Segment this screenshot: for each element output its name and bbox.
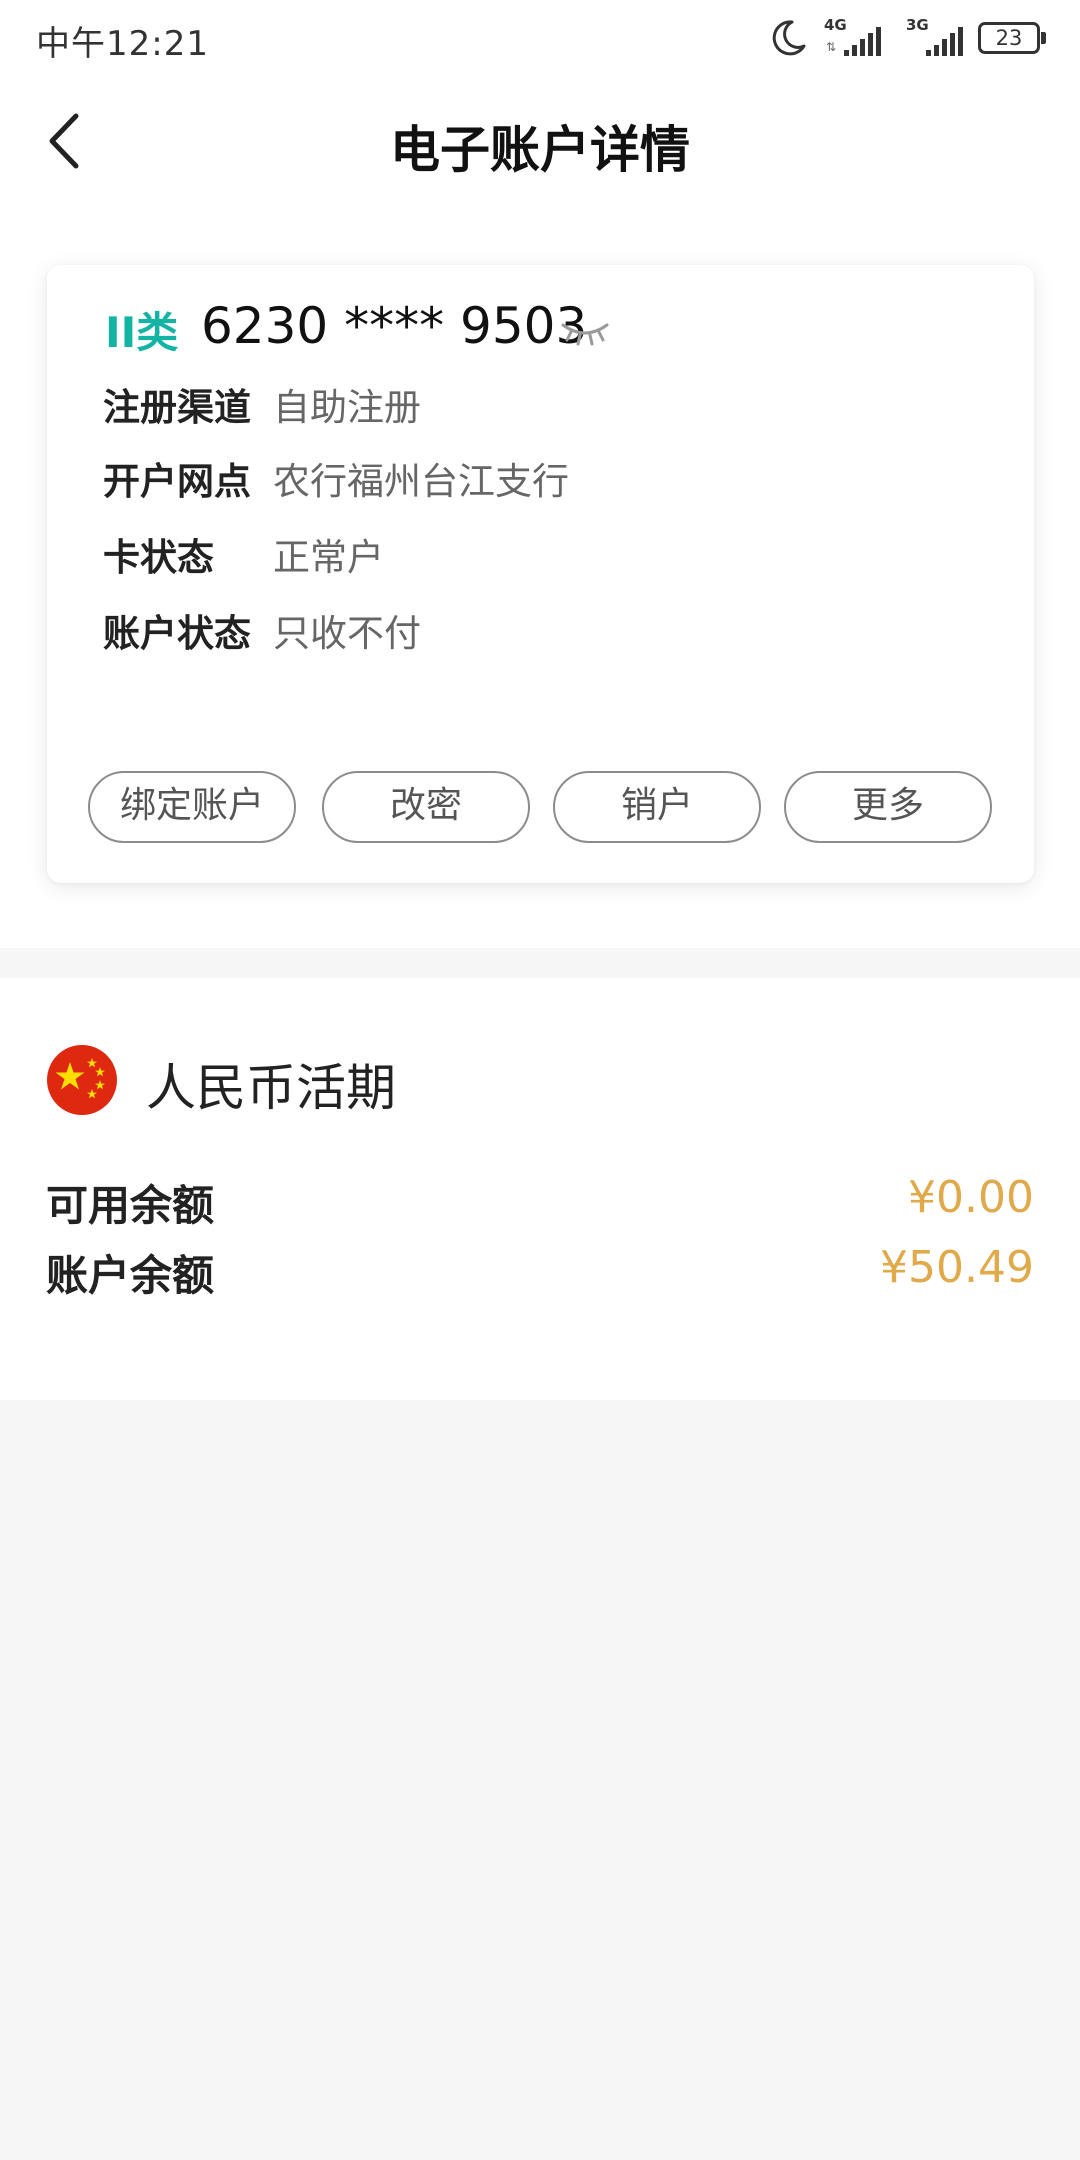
data-arrows-icon: ⇅ — [826, 40, 837, 54]
info-value: 农行福州台江支行 — [273, 460, 569, 503]
signal-4g-icon: 4G ⇅ — [824, 16, 886, 58]
info-label: 开户网点 — [103, 460, 251, 503]
close-account-button[interactable]: 销户 — [553, 771, 761, 843]
signal-bars-icon — [926, 27, 963, 56]
china-flag-icon — [47, 1045, 117, 1115]
card-section: II类 6230 **** 9503 注册渠道 自助注册 开户网点 农行福州台江… — [0, 206, 1080, 948]
info-label: 卡状态 — [103, 536, 214, 579]
available-balance-value: ¥0.00 — [908, 1172, 1034, 1223]
moon-icon — [772, 20, 806, 56]
signal-bars-icon — [844, 27, 881, 56]
change-password-button[interactable]: 改密 — [322, 771, 530, 843]
status-icons: 4G ⇅ 3G 23 — [746, 14, 1046, 62]
nav-bar: 电子账户详情 — [0, 76, 1080, 206]
available-balance-label: 可用余额 — [46, 1181, 215, 1230]
more-button[interactable]: 更多 — [784, 771, 992, 843]
info-value: 只收不付 — [273, 612, 421, 655]
info-value: 正常户 — [273, 536, 384, 579]
account-type-badge: II类 — [105, 308, 179, 357]
info-label: 注册渠道 — [103, 386, 251, 429]
info-label: 账户状态 — [103, 612, 251, 655]
bind-account-button[interactable]: 绑定账户 — [88, 771, 296, 843]
info-value: 自助注册 — [273, 386, 421, 429]
signal-3g-icon: 3G — [906, 16, 968, 58]
page-title: 电子账户详情 — [390, 121, 690, 179]
account-number: 6230 **** 9503 — [201, 297, 588, 355]
battery-tip — [1041, 32, 1046, 44]
eye-closed-icon[interactable] — [559, 317, 611, 347]
balance-section: 人民币活期 可用余额 ¥0.00 账户余额 ¥50.49 — [0, 978, 1080, 1400]
battery-level: 23 — [978, 22, 1040, 54]
status-bar: 中午12:21 4G ⇅ 3G 23 — [0, 0, 1080, 76]
currency-title: 人民币活期 — [146, 1059, 396, 1117]
battery-icon: 23 — [978, 22, 1046, 54]
account-balance-value: ¥50.49 — [880, 1242, 1034, 1293]
account-card: II类 6230 **** 9503 注册渠道 自助注册 开户网点 农行福州台江… — [47, 265, 1034, 883]
status-time: 中午12:21 — [36, 24, 209, 64]
account-balance-label: 账户余额 — [46, 1251, 215, 1300]
